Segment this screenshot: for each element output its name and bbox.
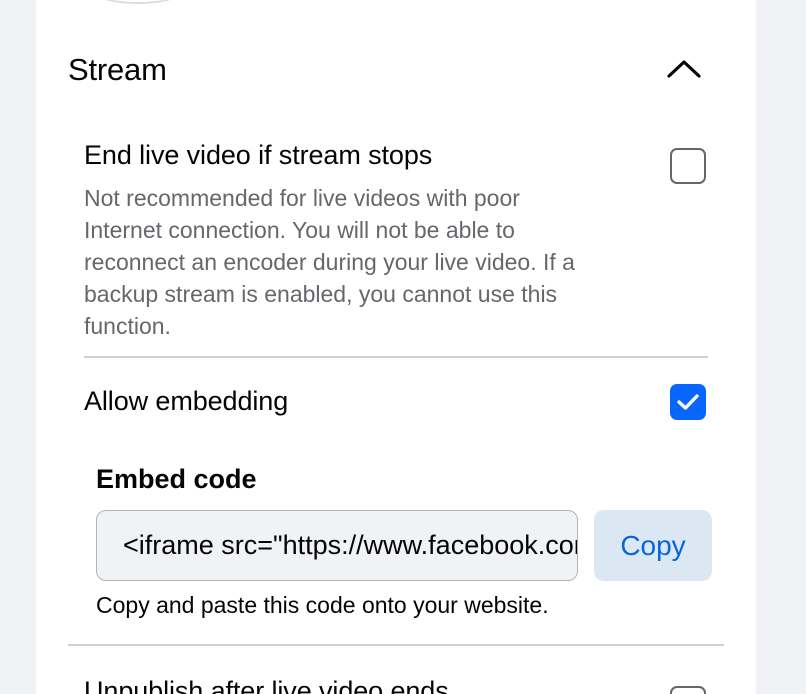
- description-line: Internet connection. You will not be abl…: [84, 217, 515, 243]
- embed-helper-text: Copy and paste this code onto your websi…: [96, 592, 549, 618]
- chevron-up-icon: [667, 60, 701, 78]
- unpublish-checkbox[interactable]: [670, 686, 706, 694]
- description-line: Not recommended for live videos with poo…: [84, 185, 520, 211]
- stream-settings-panel: Stream End live video if stream stops No…: [36, 0, 756, 694]
- description-line: function.: [84, 313, 171, 339]
- description-line: backup stream is enabled, you cannot use…: [84, 281, 558, 307]
- copy-button[interactable]: Copy: [594, 510, 712, 581]
- end-live-description: Not recommended for live videos with poo…: [84, 182, 664, 342]
- allow-embedding-label: Allow embedding: [84, 386, 289, 416]
- allow-embedding-checkbox[interactable]: [670, 384, 706, 420]
- unpublish-label: Unpublish after live video ends: [84, 676, 449, 694]
- collapse-button[interactable]: [660, 46, 708, 90]
- end-live-label: End live video if stream stops: [84, 140, 433, 170]
- avatar: [86, 0, 190, 4]
- end-live-checkbox[interactable]: [670, 148, 706, 184]
- section-title: Stream: [68, 52, 167, 87]
- embed-code-label: Embed code: [96, 464, 257, 494]
- checkmark-icon: [677, 394, 699, 410]
- embed-code-field[interactable]: <iframe src="https://www.facebook.com/pl…: [96, 510, 578, 581]
- description-line: reconnect an encoder during your live vi…: [84, 249, 575, 275]
- divider: [84, 356, 708, 358]
- divider: [68, 644, 724, 646]
